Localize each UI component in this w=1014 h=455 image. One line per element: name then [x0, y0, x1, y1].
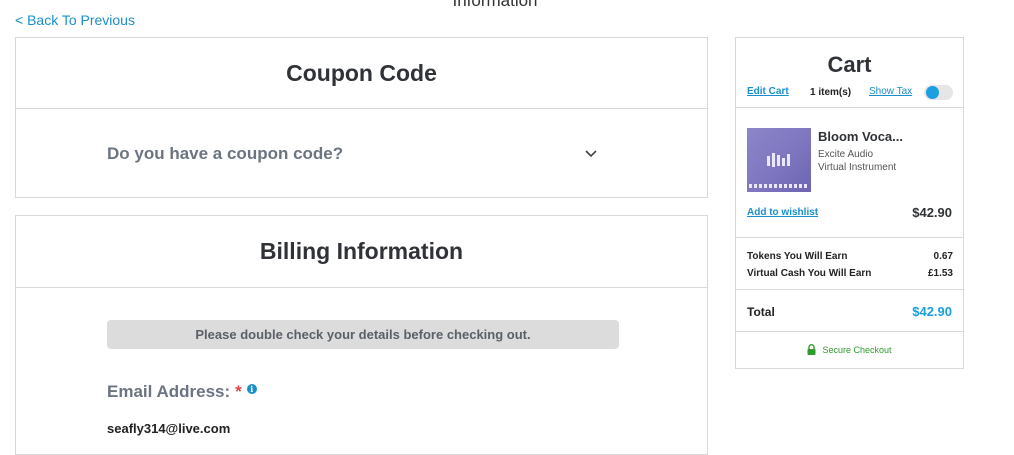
divider	[736, 331, 963, 332]
chevron-down-icon[interactable]	[585, 150, 597, 158]
virtual-cash-value: £1.53	[927, 268, 953, 279]
tokens-row: Tokens You Will Earn 0.67	[747, 251, 953, 262]
cart-controls: Edit Cart 1 item(s) Show Tax	[747, 85, 954, 100]
product-type: Virtual Instrument	[818, 162, 897, 173]
secure-checkout-label: Secure Checkout	[822, 344, 892, 355]
page-title: Information	[452, 0, 538, 10]
product-art-icon	[767, 153, 790, 167]
tokens-value: 0.67	[933, 251, 953, 262]
add-to-wishlist-link[interactable]: Add to wishlist	[747, 207, 818, 218]
total-label: Total	[747, 305, 775, 319]
back-to-previous-link[interactable]: < Back To Previous	[15, 12, 135, 28]
billing-heading: Billing Information	[16, 216, 707, 288]
divider	[736, 289, 963, 290]
billing-panel: Billing Information Please double check …	[15, 215, 708, 455]
secure-checkout[interactable]: Secure Checkout	[736, 344, 963, 355]
item-count: 1 item(s)	[810, 87, 852, 98]
info-icon[interactable]: i	[246, 384, 257, 394]
edit-cart-link[interactable]: Edit Cart	[747, 86, 789, 97]
show-tax-toggle[interactable]	[924, 85, 953, 100]
virtual-cash-label: Virtual Cash You Will Earn	[747, 268, 872, 279]
lock-icon	[807, 344, 816, 355]
cart-title: Cart	[827, 52, 872, 77]
coupon-question: Do you have a coupon code?	[107, 144, 344, 163]
cart-summary: Cart Edit Cart 1 item(s) Show Tax Bloom …	[735, 37, 964, 369]
divider	[736, 107, 963, 108]
tokens-label: Tokens You Will Earn	[747, 251, 848, 262]
coupon-heading: Coupon Code	[16, 38, 707, 109]
email-label: Email Address: * i	[107, 382, 257, 402]
required-asterisk: *	[235, 382, 242, 401]
product-price: $42.90	[912, 205, 952, 220]
coupon-toggle[interactable]: Do you have a coupon code?	[16, 109, 707, 199]
show-tax-link[interactable]: Show Tax	[869, 86, 912, 97]
product-brand: Excite Audio	[818, 149, 874, 160]
product-art-strip	[749, 184, 809, 188]
divider	[736, 237, 963, 238]
total-value: $42.90	[912, 304, 952, 319]
toggle-knob	[926, 86, 939, 99]
coupon-panel: Coupon Code Do you have a coupon code?	[15, 37, 708, 198]
product-name[interactable]: Bloom Voca...	[818, 129, 903, 144]
email-label-text: Email Address:	[107, 382, 231, 401]
product-thumbnail[interactable]	[747, 128, 811, 192]
virtual-cash-row: Virtual Cash You Will Earn £1.53	[747, 268, 953, 279]
details-notice: Please double check your details before …	[107, 320, 619, 349]
email-value[interactable]: seafly314@live.com	[107, 421, 230, 436]
